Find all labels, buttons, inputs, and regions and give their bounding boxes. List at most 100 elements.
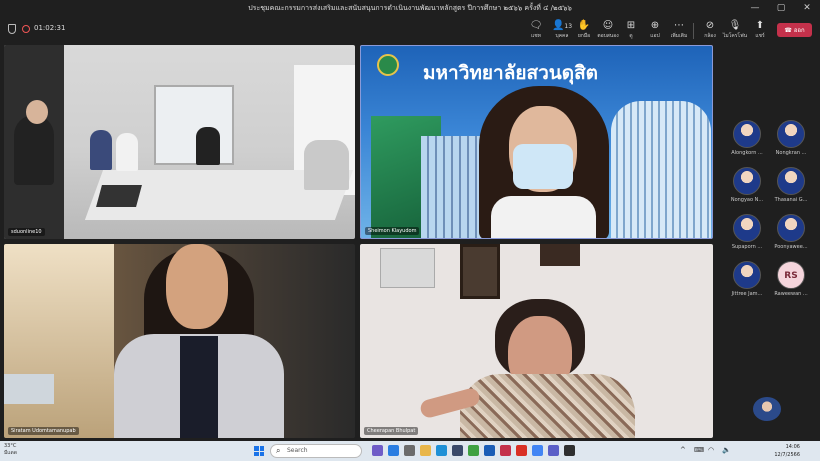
chat-button[interactable]: 🗨 แชท: [522, 20, 550, 40]
video-tile-cheerapan[interactable]: Cheerapan Bhulpat: [360, 244, 713, 438]
edge-icon[interactable]: [436, 445, 447, 456]
more-button[interactable]: ⋯ เพิ่มเติม: [665, 20, 693, 40]
powerpoint-icon[interactable]: [500, 445, 511, 456]
window-controls: — ▢ ✕: [742, 0, 820, 17]
recording-icon: [22, 25, 30, 33]
air-conditioner: [380, 248, 435, 288]
participant-figure: [14, 115, 54, 185]
more-label: เพิ่มเติม: [670, 33, 688, 39]
line-icon[interactable]: [468, 445, 479, 456]
camera-app-icon[interactable]: [564, 445, 575, 456]
roster-name: Nongyao N...: [730, 197, 764, 203]
roster-item[interactable]: Nongyao N...: [722, 167, 772, 203]
wall-frame: [540, 244, 580, 266]
roster-item[interactable]: Supaporn ...: [722, 214, 772, 250]
weather-text: มีแดด: [4, 450, 18, 456]
chevron-up-icon[interactable]: ^: [680, 446, 686, 454]
roster-item[interactable]: Poonyawee...: [766, 214, 816, 250]
roster-item[interactable]: Thasanai G...: [766, 167, 816, 203]
mic-button[interactable]: 🎙 ไมโครโฟน: [721, 20, 749, 40]
meeting-toolbar: 01:02:31 🗨 แชท 👤13 บุคคล ✋ ยกมือ ☺ ตอบสน…: [0, 17, 820, 44]
building-right: [611, 101, 711, 238]
taskbar-clock[interactable]: 14:06 12/7/2566: [774, 443, 800, 459]
university-logo: [377, 54, 399, 76]
avatar-initials: RS: [777, 261, 805, 289]
roster-name: Supaporn ...: [731, 244, 763, 250]
participant-shirt: [491, 196, 596, 238]
participant-blouse: [460, 374, 635, 438]
camera-off-icon: ⊘: [705, 20, 715, 31]
roster-name: Raweewan ...: [774, 291, 808, 297]
clock-time: 14:06: [785, 444, 800, 450]
window-title: ประชุมคณะกรรมการส่งเสริมและสนับสนุนการดำ…: [248, 4, 572, 12]
curtain: [4, 244, 114, 438]
minimize-button[interactable]: —: [742, 0, 768, 17]
participant-figure: [116, 133, 138, 171]
volume-icon[interactable]: 🔈: [722, 446, 731, 454]
room-door: [154, 85, 234, 165]
participant-top: [180, 336, 218, 438]
roster-item[interactable]: Jittree Jam...: [722, 261, 772, 297]
leave-button[interactable]: ☎ ออก: [777, 23, 812, 37]
widgets-icon[interactable]: [388, 445, 399, 456]
teams-icon[interactable]: [372, 445, 383, 456]
roster-name: Alongkorn ...: [731, 150, 763, 156]
tile-name: Siratam Udomtamanupab: [8, 427, 79, 435]
self-view-avatar[interactable]: [753, 397, 781, 421]
participant-figure: [196, 127, 220, 165]
roster-item[interactable]: RS Raweewan ...: [766, 261, 816, 297]
camera-button[interactable]: ⊘ กล้อง: [696, 20, 724, 40]
avatar: [733, 120, 761, 148]
mic-label: ไมโครโฟน: [722, 33, 748, 39]
window-title-bar: ประชุมคณะกรรมการส่งเสริมและสนับสนุนการดำ…: [0, 0, 820, 17]
video-tile-room[interactable]: sduonline10: [4, 45, 355, 239]
close-button[interactable]: ✕: [794, 0, 820, 17]
acrobat-icon[interactable]: [516, 445, 527, 456]
participant-face: [26, 100, 48, 124]
roster-name: Jittree Jam...: [731, 291, 763, 297]
leave-label: ออก: [793, 27, 805, 34]
roster-name: Poonyawee...: [774, 244, 808, 250]
taskbar-search[interactable]: Search: [270, 444, 362, 458]
task-view-icon[interactable]: [404, 445, 415, 456]
meeting-timer: 01:02:31: [34, 24, 66, 32]
maximize-button[interactable]: ▢: [768, 0, 794, 17]
tile-name: Sheimon Klayudom: [365, 227, 420, 235]
phone-icon: ☎: [784, 26, 792, 34]
more-icon: ⋯: [674, 20, 684, 31]
tile-name: sduonline10: [8, 228, 45, 236]
video-tile-university[interactable]: มหาวิทยาลัยสวนดุสิต Sheimon Klayudom: [360, 45, 713, 239]
windows-start-icon[interactable]: [254, 446, 264, 456]
wifi-icon[interactable]: ◠: [708, 446, 714, 454]
chat-label: แชท: [531, 33, 541, 39]
store-icon[interactable]: [452, 445, 463, 456]
share-button[interactable]: ⬆ แชร์: [746, 20, 774, 40]
avatar: [733, 167, 761, 195]
word-icon[interactable]: [484, 445, 495, 456]
roster-name: Nongkran ...: [775, 150, 807, 156]
share-icon: ⬆: [755, 20, 765, 31]
camera-label: กล้อง: [704, 33, 716, 39]
video-tile-siratam[interactable]: Siratam Udomtamanupab: [4, 244, 355, 438]
participant-face: [166, 244, 228, 329]
tile-name: Cheerapan Bhulpat: [364, 427, 419, 435]
avatar: [733, 261, 761, 289]
language-icon[interactable]: ⌨: [694, 446, 704, 454]
weather-temp: 33°C: [4, 443, 17, 449]
laptop: [96, 185, 142, 207]
chat-icon: 🗨: [529, 20, 543, 31]
roster-item[interactable]: Nongkran ...: [766, 120, 816, 156]
teams-chat-icon[interactable]: [548, 445, 559, 456]
wall-frame: [460, 244, 500, 299]
chrome-icon[interactable]: [532, 445, 543, 456]
participant-figure: [90, 130, 112, 170]
weather-widget[interactable]: 33°C มีแดด: [4, 443, 17, 457]
avatar: [733, 214, 761, 242]
shield-icon: [8, 24, 16, 34]
clock-date: 12/7/2566: [774, 452, 800, 458]
file-explorer-icon[interactable]: [420, 445, 431, 456]
toolbar-divider: [693, 23, 694, 39]
roster-item[interactable]: Alongkorn ...: [722, 120, 772, 156]
taskbar: 33°C มีแดด Search ^ ⌨ ◠ 🔈 14:06 12/7/256…: [0, 441, 820, 461]
face-mask: [513, 144, 573, 189]
